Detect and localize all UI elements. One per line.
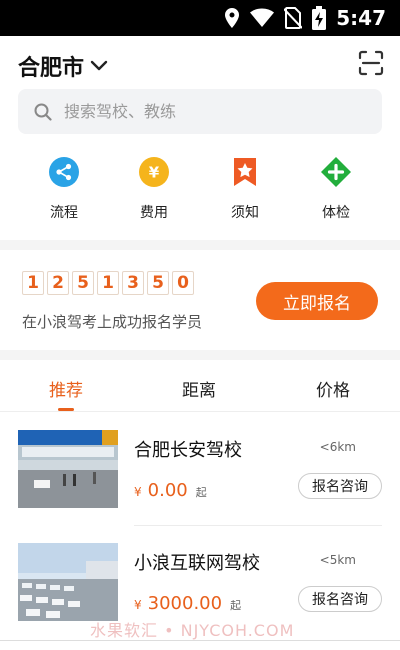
quick-actions: 流程 ¥ 费用 须知 体检 — [0, 150, 400, 230]
quick-item-label: 费用 — [140, 205, 168, 221]
registration-caption: 在小浪驾考上成功报名学员 — [22, 313, 203, 331]
school-name: 小浪互联网驾校 — [134, 553, 260, 574]
medical-plus-icon — [321, 157, 351, 187]
search-icon — [34, 103, 52, 121]
counter-digit: 0 — [172, 271, 194, 295]
status-bar: 5:47 — [0, 0, 400, 36]
tab-recommended[interactable]: 推荐 — [49, 376, 83, 401]
quick-item-label: 体检 — [322, 205, 350, 221]
counter-digit: 2 — [47, 271, 69, 295]
school-name: 合肥长安驾校 — [134, 440, 242, 461]
quick-item-medical[interactable]: 体检 — [296, 150, 376, 222]
quick-item-label: 须知 — [231, 205, 259, 221]
price-unit: 起 — [230, 599, 242, 612]
school-photo — [18, 430, 118, 508]
search-bar[interactable] — [18, 89, 382, 134]
consult-button[interactable]: 报名咨询 — [298, 586, 382, 612]
bookmark-star-icon — [234, 158, 256, 186]
price-currency: ¥ — [134, 598, 142, 612]
scan-icon[interactable] — [358, 50, 384, 76]
city-selector[interactable]: 合肥市 — [18, 50, 108, 82]
registration-counter: 1 2 5 1 3 5 0 — [22, 271, 194, 295]
quick-item-process[interactable]: 流程 — [24, 150, 104, 222]
watermark: 水果软汇 • NJYCOH.COM — [90, 621, 295, 640]
location-icon — [225, 8, 240, 28]
quick-item-label: 流程 — [50, 205, 78, 221]
counter-digit: 3 — [122, 271, 144, 295]
counter-digit: 1 — [97, 271, 119, 295]
price-amount: 3000.00 — [147, 593, 223, 614]
sort-tabs: 推荐 距离 价格 — [0, 360, 400, 412]
bottom-nav-edge — [0, 640, 400, 650]
tab-price[interactable]: 价格 — [316, 376, 350, 401]
section-divider — [0, 240, 400, 250]
counter-digit: 5 — [147, 271, 169, 295]
tab-distance[interactable]: 距离 — [182, 376, 216, 401]
counter-digit: 5 — [72, 271, 94, 295]
svg-text:¥: ¥ — [149, 164, 160, 182]
quick-item-fees[interactable]: ¥ 费用 — [114, 150, 194, 222]
school-distance: <5km — [319, 553, 356, 567]
header: 合肥市 — [0, 36, 400, 88]
enroll-now-button[interactable]: 立即报名 — [256, 282, 378, 320]
counter-digit: 1 — [22, 271, 44, 295]
school-item[interactable]: 小浪互联网驾校 <5km ¥ 3000.00 起 报名咨询 — [0, 523, 400, 623]
price-currency: ¥ — [134, 485, 142, 499]
battery-charging-icon — [312, 6, 327, 30]
yen-icon: ¥ — [139, 157, 169, 187]
no-sim-icon — [284, 7, 303, 29]
school-item[interactable]: 合肥长安驾校 <6km ¥ 0.00 起 报名咨询 — [0, 410, 400, 510]
school-distance: <6km — [319, 440, 356, 454]
city-name: 合肥市 — [18, 56, 85, 81]
share-icon — [49, 157, 79, 187]
consult-button[interactable]: 报名咨询 — [298, 473, 382, 499]
search-input[interactable] — [64, 102, 354, 121]
price-amount: 0.00 — [147, 480, 188, 501]
status-time: 5:47 — [336, 6, 386, 30]
section-divider — [0, 350, 400, 360]
school-price: ¥ 3000.00 起 — [134, 593, 241, 614]
school-price: ¥ 0.00 起 — [134, 480, 207, 501]
wifi-icon — [250, 8, 275, 27]
price-unit: 起 — [195, 486, 207, 499]
chevron-down-icon — [90, 60, 108, 71]
quick-item-notice[interactable]: 须知 — [205, 150, 285, 222]
school-photo — [18, 543, 118, 621]
